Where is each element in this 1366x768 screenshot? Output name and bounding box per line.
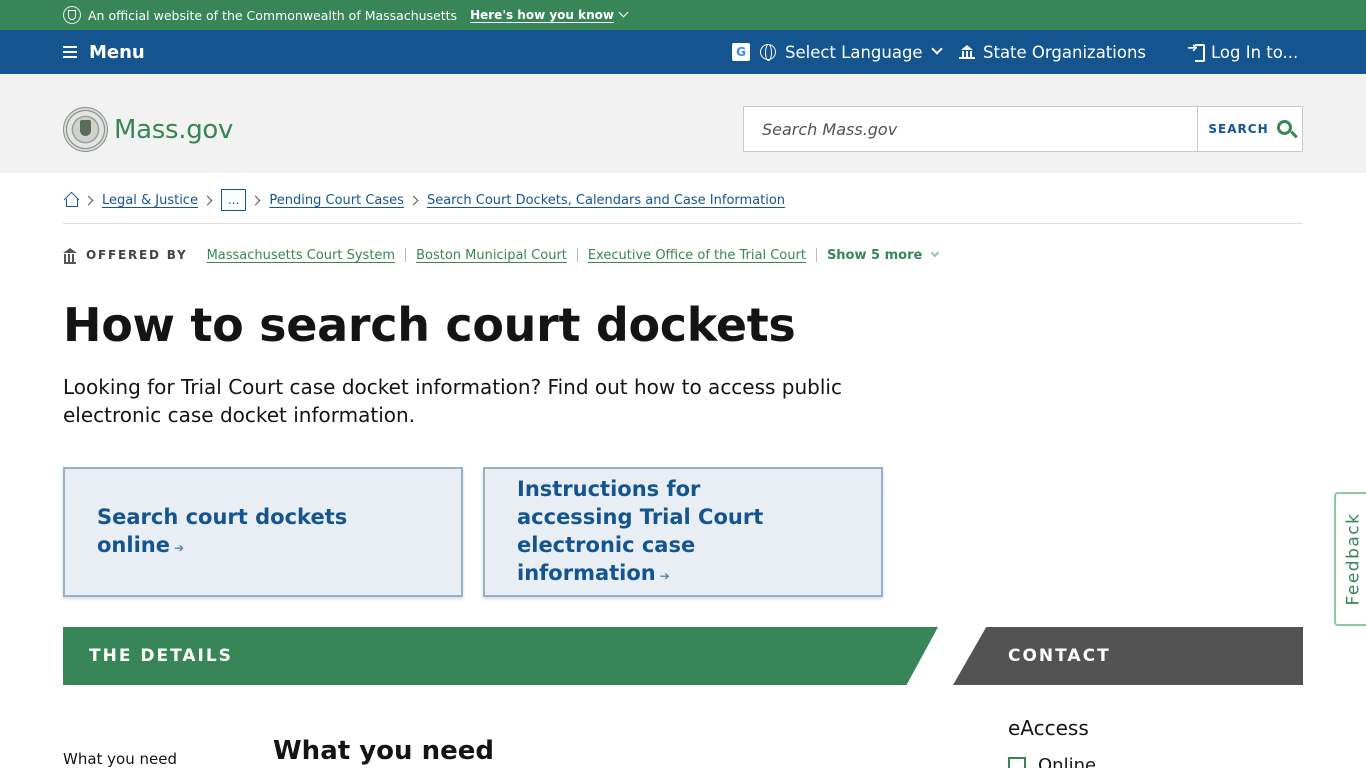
- logo-text: Mass.gov: [114, 114, 234, 145]
- page-title: How to search court dockets: [63, 298, 796, 352]
- login-button[interactable]: Log In to...: [1187, 30, 1298, 74]
- org-link-trial-court[interactable]: Executive Office of the Trial Court: [588, 248, 806, 263]
- chevron-right-icon: [83, 195, 94, 205]
- building-icon: [63, 248, 77, 264]
- divider: [576, 248, 578, 262]
- shield-icon: [63, 6, 81, 24]
- menu-button[interactable]: Menu: [63, 30, 145, 74]
- heres-how-you-know-link[interactable]: Here's how you know: [470, 8, 614, 22]
- select-language-button[interactable]: G Select Language: [732, 30, 943, 74]
- key-action-label: Search court dockets online ➔: [97, 504, 348, 557]
- feedback-tab[interactable]: Feedback: [1334, 492, 1366, 626]
- login-label: Log In to...: [1211, 42, 1299, 62]
- breadcrumb-pending-court-cases[interactable]: Pending Court Cases: [269, 193, 404, 208]
- key-action-instructions[interactable]: Instructions for accessing Trial Court e…: [483, 467, 883, 597]
- breadcrumb-legal-justice[interactable]: Legal & Justice: [102, 193, 198, 208]
- site-header: Mass.gov SEARCH: [0, 74, 1366, 173]
- offered-by-label: OFFERED BY: [86, 248, 188, 262]
- chevron-down-icon: [930, 43, 943, 55]
- breadcrumb-expand-button[interactable]: ...: [220, 189, 247, 211]
- chevron-right-icon: [250, 195, 261, 205]
- state-organizations-label: State Organizations: [983, 42, 1147, 62]
- building-icon: [959, 45, 975, 59]
- search-input[interactable]: [744, 107, 1197, 151]
- org-link-court-system[interactable]: Massachusetts Court System: [207, 248, 396, 263]
- search-form: SEARCH: [743, 106, 1303, 152]
- arrow-right-icon: ➔: [659, 568, 670, 583]
- utility-nav: Menu G Select Language State Organizatio…: [0, 30, 1366, 74]
- page-lede: Looking for Trial Court case docket info…: [63, 375, 842, 427]
- contact-online-label: Online: [1038, 755, 1097, 768]
- details-section-header: THE DETAILS: [63, 627, 938, 685]
- select-language-label: Select Language: [785, 42, 923, 62]
- state-organizations-link[interactable]: State Organizations: [959, 30, 1146, 74]
- breadcrumb: Legal & Justice ... Pending Court Cases …: [63, 188, 785, 212]
- arrow-right-icon: ➔: [173, 540, 185, 555]
- hamburger-icon: [63, 46, 77, 58]
- search-button[interactable]: SEARCH: [1197, 107, 1302, 151]
- mass-gov-logo[interactable]: Mass.gov: [63, 107, 233, 152]
- breadcrumb-search-court-dockets[interactable]: Search Court Dockets, Calendars and Case…: [427, 193, 785, 208]
- search-button-label: SEARCH: [1208, 122, 1269, 136]
- feedback-label: Feedback: [1343, 512, 1363, 606]
- offered-by: OFFERED BY Massachusetts Court System Bo…: [63, 245, 940, 265]
- login-icon: [1187, 41, 1205, 62]
- chevron-right-icon: [202, 195, 213, 205]
- key-action-label: Instructions for accessing Trial Court e…: [517, 476, 764, 585]
- toc-link-what-you-need[interactable]: What you need: [63, 750, 177, 768]
- divider: [405, 248, 407, 262]
- contact-online: Online: [1008, 755, 1096, 768]
- divider: [815, 248, 817, 262]
- google-translate-icon: G: [732, 43, 750, 61]
- state-seal-icon: [63, 107, 108, 152]
- chevron-right-icon: [408, 195, 419, 205]
- contact-section-header: CONTACT: [953, 627, 1303, 685]
- show-more-label: Show 5 more: [826, 247, 923, 263]
- online-icon: [1008, 756, 1026, 768]
- official-banner: An official website of the Commonwealth …: [0, 0, 1366, 30]
- official-banner-text: An official website of the Commonwealth …: [88, 7, 458, 23]
- breadcrumb-divider: [63, 223, 1303, 224]
- org-link-boston-municipal-court[interactable]: Boston Municipal Court: [416, 248, 567, 263]
- chevron-down-icon: [931, 248, 940, 258]
- search-icon: [1276, 119, 1292, 135]
- menu-label: Menu: [89, 41, 145, 63]
- chevron-down-icon[interactable]: [618, 7, 629, 17]
- globe-icon: [760, 44, 776, 61]
- key-action-search-dockets[interactable]: Search court dockets online ➔: [63, 467, 463, 597]
- section-title: What you need: [273, 736, 494, 766]
- home-icon[interactable]: [63, 193, 79, 207]
- show-more-orgs-button[interactable]: Show 5 more: [826, 247, 940, 263]
- contact-name: eAccess: [1008, 716, 1089, 740]
